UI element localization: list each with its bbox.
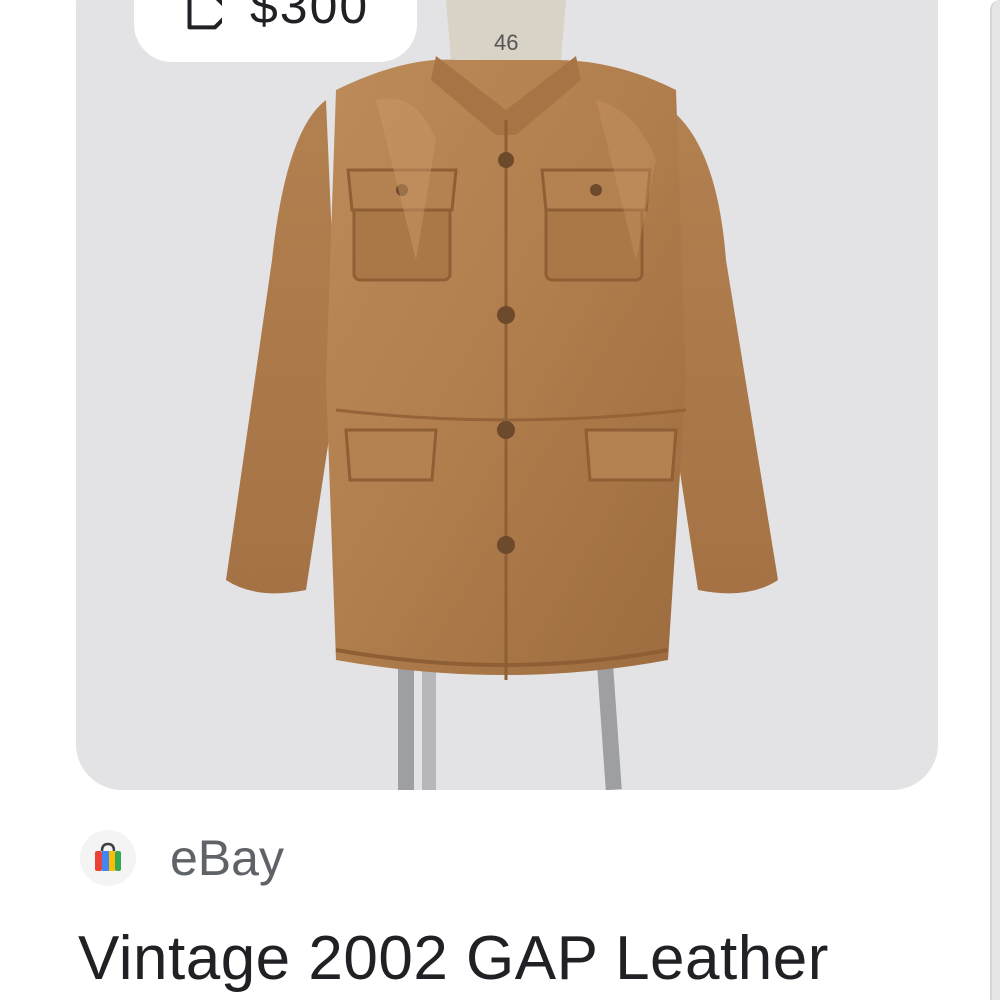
- shopping-results-page: 46 $300 eBay Vintage 2002 GAP Leather: [0, 0, 1000, 1000]
- price-label: $300: [250, 0, 370, 34]
- mannequin-size-label: 46: [494, 30, 518, 55]
- merchant-name: eBay: [170, 830, 284, 886]
- jacket-photo: 46: [76, 0, 938, 790]
- product-title[interactable]: Vintage 2002 GAP Leather: [78, 928, 829, 990]
- product-image[interactable]: 46: [76, 0, 938, 790]
- tag-icon: [174, 0, 233, 40]
- shopping-bag-icon: [80, 830, 136, 886]
- next-result-card-edge[interactable]: [990, 0, 1000, 1000]
- price-chip: $300: [134, 0, 418, 62]
- merchant-row[interactable]: eBay: [80, 826, 284, 890]
- product-result-card[interactable]: 46 $300 eBay Vintage 2002 GAP Leather: [0, 0, 990, 1000]
